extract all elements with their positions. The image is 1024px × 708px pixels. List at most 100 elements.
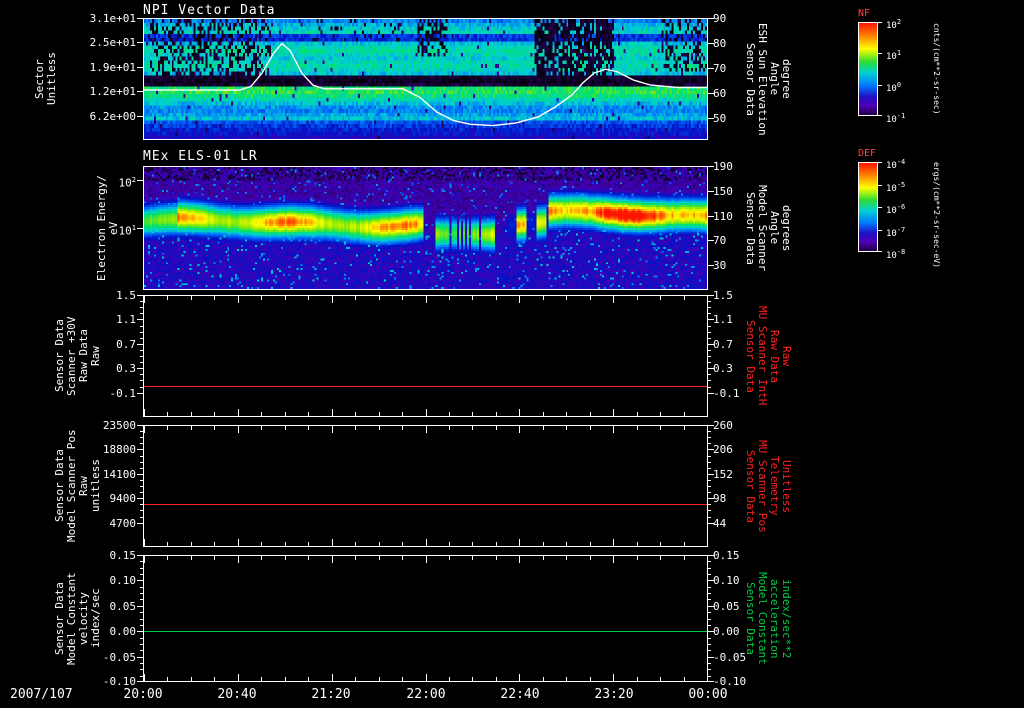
left-tick-mark	[137, 657, 143, 658]
x-tick-minor	[637, 426, 638, 430]
x-tick-minor	[191, 677, 192, 681]
right-tick-mark	[708, 118, 714, 119]
x-tick-minor	[566, 542, 567, 546]
left-minor-tick-mark	[140, 443, 143, 444]
right-tick-label: 44	[713, 517, 727, 530]
left-minor-tick-mark	[140, 663, 143, 664]
x-tick-major	[332, 539, 333, 546]
colorbar-tick-label: 10-7	[886, 226, 906, 239]
x-tick-major	[519, 539, 520, 546]
x-tick-major	[144, 426, 145, 433]
x-tick-minor	[660, 542, 661, 546]
colorbar-nf: NF cnts/(cm**2-sr-sec) 102 101 100 10-1	[858, 8, 998, 125]
left-minor-tick-mark	[140, 468, 143, 469]
x-tick-minor	[660, 296, 661, 300]
x-tick-minor	[472, 677, 473, 681]
right-tick-label: 0.05	[713, 600, 740, 613]
x-tick-minor	[379, 542, 380, 546]
x-tick-minor	[355, 677, 356, 681]
left-tick-label: 1.5	[116, 289, 136, 302]
x-tick-minor	[566, 412, 567, 416]
left-minor-tick-mark	[140, 374, 143, 375]
right-tick-label: 1.1	[713, 313, 733, 326]
x-tick-minor	[191, 296, 192, 300]
x-axis-tick-label: 20:00	[123, 687, 163, 702]
right-minor-tick-mark	[708, 676, 711, 677]
x-tick-minor	[379, 677, 380, 681]
x-axis-tick-label: 22:40	[500, 687, 540, 702]
right-tick-label: 70	[713, 62, 727, 75]
left-tick-mark	[137, 18, 143, 19]
left-minor-tick-mark	[140, 301, 143, 302]
x-tick-minor	[660, 677, 661, 681]
right-minor-tick-mark	[708, 486, 711, 487]
x-tick-major	[144, 556, 145, 563]
right-minor-tick-mark	[708, 638, 711, 639]
right-minor-tick-mark	[708, 313, 711, 314]
left-minor-tick-mark	[140, 332, 143, 333]
left-tick-label: 1.1	[116, 313, 136, 326]
x-tick-minor	[472, 296, 473, 300]
left-minor-tick-mark	[140, 431, 143, 432]
x-tick-minor	[637, 412, 638, 416]
right-tick-label: 152	[713, 468, 733, 481]
x-tick-minor	[191, 426, 192, 430]
left-tick-mark	[137, 474, 143, 475]
left-tick-label: 23500	[102, 419, 136, 432]
left-tick-mark	[137, 580, 143, 581]
x-tick-minor	[261, 677, 262, 681]
right-minor-tick-mark	[708, 456, 711, 457]
right-minor-tick-mark	[708, 492, 711, 493]
right-tick-mark	[708, 265, 714, 266]
x-tick-minor	[308, 412, 309, 416]
x-tick-major	[238, 674, 239, 681]
panel-scanner-pos: Sensor Data Model Scanner Pos Raw unitle…	[0, 420, 1024, 547]
x-axis-tick-label: 00:00	[688, 687, 728, 702]
x-tick-minor	[449, 556, 450, 560]
right-tick-label: 190	[713, 160, 733, 173]
sun-elevation-line-overlay	[144, 42, 707, 127]
colorbar-tick-label: 10-6	[886, 203, 906, 216]
right-minor-tick-mark	[708, 356, 711, 357]
x-tick-minor	[191, 412, 192, 416]
x-axis-tick-label: 20:40	[217, 687, 257, 702]
colorbar-tick-label: 101	[886, 49, 902, 62]
x-tick-minor	[402, 542, 403, 546]
spectrogram-plot-page: NPI Vector Data MEx ELS-01 LR Sector Uni…	[0, 0, 1024, 708]
right-tick-mark	[708, 425, 714, 426]
left-tick-mark	[137, 67, 143, 68]
x-tick-minor	[472, 426, 473, 430]
x-tick-minor	[402, 412, 403, 416]
right-tick-mark	[708, 68, 714, 69]
right-tick-mark	[708, 43, 714, 44]
colorbar-def-gradient	[858, 162, 878, 252]
right-minor-tick-mark	[708, 468, 711, 469]
left-minor-tick-mark	[140, 599, 143, 600]
right-tick-mark	[708, 523, 714, 524]
x-tick-major	[519, 556, 520, 563]
left-tick-label: 3.1e+01	[89, 12, 136, 25]
left-tick-mark	[137, 319, 143, 320]
left-minor-tick-mark	[140, 456, 143, 457]
left-tick-label: 9400	[109, 492, 137, 505]
colorbar-tick-label: 10-1	[886, 112, 906, 125]
x-tick-minor	[167, 542, 168, 546]
x-tick-minor	[285, 556, 286, 560]
left-tick-label: 6.2e+00	[89, 110, 136, 123]
x-tick-minor	[590, 556, 591, 560]
x-tick-minor	[402, 556, 403, 560]
right-minor-tick-mark	[708, 644, 711, 645]
date-label: 2007/107	[10, 687, 73, 702]
x-tick-minor	[543, 677, 544, 681]
x-tick-minor	[684, 677, 685, 681]
x-tick-minor	[543, 542, 544, 546]
x-tick-minor	[449, 296, 450, 300]
x-tick-major	[144, 409, 145, 416]
x-tick-minor	[379, 296, 380, 300]
left-tick-mark	[137, 228, 143, 229]
panel-scanner-30v: Sensor Data Scanner +30V Raw Data Raw Se…	[0, 290, 1024, 417]
left-tick-label: 2.5e+01	[89, 36, 136, 49]
left-minor-tick-mark	[140, 462, 143, 463]
x-tick-minor	[590, 296, 591, 300]
left-minor-tick-mark	[140, 356, 143, 357]
